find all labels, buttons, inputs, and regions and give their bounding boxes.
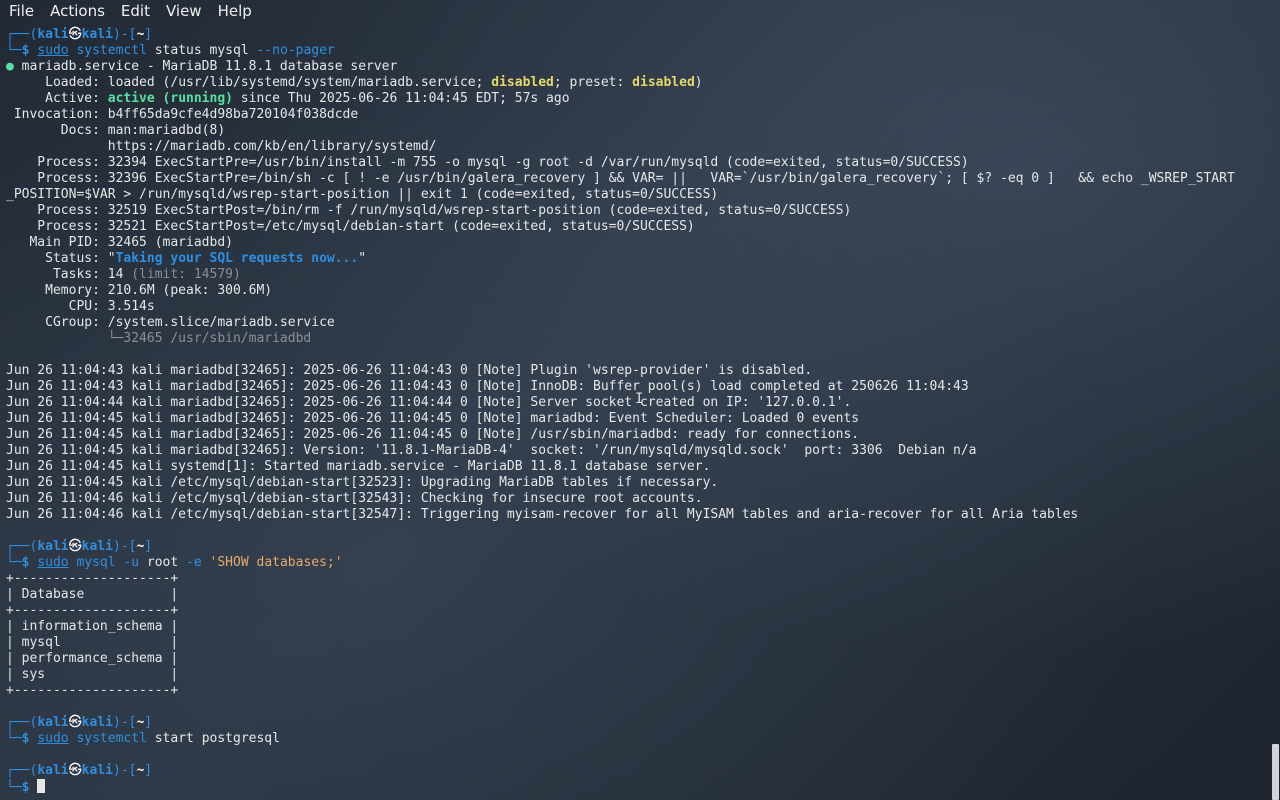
status-main-pid: Main PID: 32465 (mariadbd) [6,235,233,250]
prompt-line-1: ┌──(kali㉿kali)-[~] [6,27,153,42]
log-line: Jun 26 11:04:46 kali /etc/mysql/debian-s… [6,507,1079,522]
log-line: Jun 26 11:04:45 kali systemd[1]: Started… [6,459,711,474]
status-memory: Memory: 210.6M (peak: 300.6M) [6,283,273,298]
status-process-wrap: _POSITION=$VAR > /run/mysqld/wsrep-start… [6,187,719,202]
menu-help[interactable]: Help [210,0,260,22]
table-border: +--------------------+ [6,603,179,618]
log-line: Jun 26 11:04:43 kali mariadbd[32465]: 20… [6,363,813,378]
table-header: | Database | [6,587,179,602]
status-dot-icon: ● [6,59,14,74]
text-cursor [37,779,46,793]
table-row: | information_schema | [6,619,179,634]
status-process: Process: 32396 ExecStartPre=/bin/sh -c [… [6,171,1235,186]
prompt-line-2: ┌──(kali㉿kali)-[~] [6,539,153,554]
status-cgroup: CGroup: /system.slice/mariadb.service [6,315,335,330]
command-line-1: └─$ sudo systemctl status mysql --no-pag… [6,43,335,58]
menu-file[interactable]: File [0,0,42,22]
table-row: | sys | [6,667,179,682]
status-invocation: Invocation: b4ff65da9cfe4d98ba720104f038… [6,107,359,122]
status-process: Process: 32394 ExecStartPre=/usr/bin/ins… [6,155,969,170]
log-line: Jun 26 11:04:45 kali mariadbd[32465]: 20… [6,411,860,426]
menu-view[interactable]: View [158,0,210,22]
status-docs-url: https://mariadb.com/kb/en/library/system… [6,139,437,154]
command-line-3: └─$ sudo systemctl start postgresql [6,731,280,746]
terminal-output[interactable]: ┌──(kali㉿kali)-[~] └─$ sudo systemctl st… [6,27,1260,795]
status-active: Active: active (running) since Thu 2025-… [6,91,570,106]
ibeam-cursor-icon: I [635,391,644,407]
log-line: Jun 26 11:04:45 kali /etc/mysql/debian-s… [6,475,719,490]
command-line-2: └─$ sudo mysql -u root -e 'SHOW database… [6,555,343,570]
table-row: | performance_schema | [6,651,179,666]
status-process: Process: 32519 ExecStartPost=/bin/rm -f … [6,203,852,218]
status-cgroup-child: └─32465 /usr/sbin/mariadbd [6,331,312,346]
menu-edit[interactable]: Edit [113,0,158,22]
menu-actions[interactable]: Actions [42,0,113,22]
log-line: Jun 26 11:04:43 kali mariadbd[32465]: 20… [6,379,969,394]
table-row: | mysql | [6,635,179,650]
prompt-line-3: ┌──(kali㉿kali)-[~] [6,715,153,730]
status-cpu: CPU: 3.514s [6,299,155,314]
scrollbar-thumb[interactable] [1272,744,1279,800]
log-line: Jun 26 11:04:45 kali mariadbd[32465]: Ve… [6,443,977,458]
prompt-line-4: ┌──(kali㉿kali)-[~] [6,763,153,778]
status-process: Process: 32521 ExecStartPost=/etc/mysql/… [6,219,695,234]
log-line: Jun 26 11:04:45 kali mariadbd[32465]: 20… [6,427,860,442]
log-line: Jun 26 11:04:46 kali /etc/mysql/debian-s… [6,491,703,506]
status-loaded: Loaded: loaded (/usr/lib/systemd/system/… [6,75,703,90]
menubar: File Actions Edit View Help [0,0,1280,22]
status-status: Status: "Taking your SQL requests now...… [6,251,367,266]
table-border: +--------------------+ [6,683,179,698]
table-border: +--------------------+ [6,571,179,586]
log-line: Jun 26 11:04:44 kali mariadbd[32465]: 20… [6,395,852,410]
terminal-scrollbar[interactable] [1270,22,1280,800]
active-input-line[interactable]: └─$ [6,779,1260,795]
status-docs: Docs: man:mariadbd(8) [6,123,226,138]
status-header: ● mariadb.service - MariaDB 11.8.1 datab… [6,59,398,74]
status-tasks: Tasks: 14 (limit: 14579) [6,267,241,282]
